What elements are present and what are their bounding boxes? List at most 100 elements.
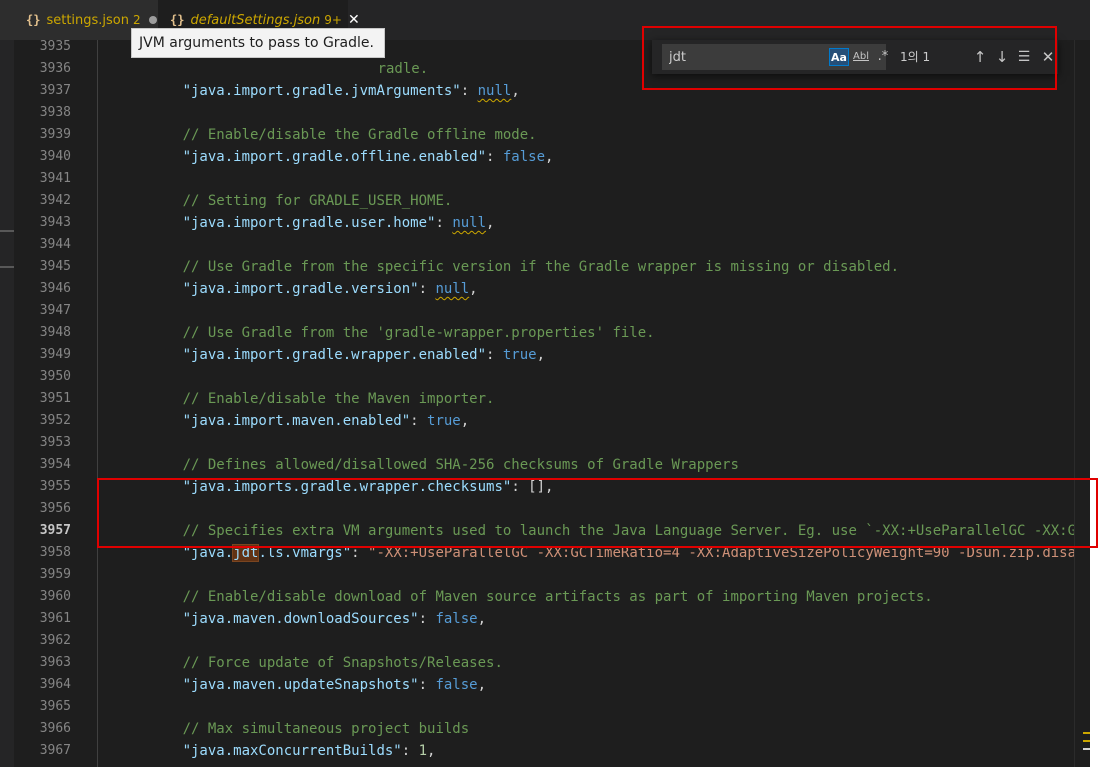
setting-key: "java.import.maven.enabled" [182,413,411,429]
line-number: 3959 [39,567,71,582]
annotation-box-find [642,26,1057,90]
line-number: 3940 [39,149,71,164]
line-number: 3961 [39,611,71,626]
line-number-current: 3957 [39,523,71,538]
setting-key: "java.import.gradle.offline.enabled" [182,149,487,165]
scroll-marker [0,266,14,268]
code-line[interactable]: // Use Gradle from the specific version … [132,234,899,275]
code-line[interactable]: "java.imports.gradle.wrapper.checksums":… [132,454,554,495]
line-number: 3944 [39,237,71,252]
close-tab-icon[interactable]: ✕ [348,12,360,28]
setting-value: false [435,611,478,627]
colon: : [418,281,436,297]
comma: , [511,83,520,99]
code-line[interactable]: "java.maven.updateSnapshots": false, [132,652,486,693]
setting-key: "java.import.gradle.version" [182,281,419,297]
scroll-marker [0,230,14,232]
comma: , [477,677,487,693]
comma: , [469,281,478,297]
code-line[interactable]: // Use Gradle from the 'gradle-wrapper.p… [132,300,655,341]
problem-count-badge: 9+ [324,13,342,27]
code-line[interactable]: "java.import.gradle.version": null, [132,256,478,297]
editor-window: {} settings.json 2 {} defaultSettings.js… [0,0,1098,767]
colon: : [486,149,503,165]
setting-value: false [435,677,478,693]
line-number: 3963 [39,655,71,670]
annotation-box-setting [97,478,1098,548]
code-line[interactable]: // Force update of Snapshots/Releases. [132,630,503,671]
window-edge [1090,0,1098,767]
line-number: 3946 [39,281,71,296]
line-number: 3941 [39,171,71,186]
code-line[interactable]: "java.maxConcurrentBuilds": 1, [132,718,436,759]
line-number: 3945 [39,259,71,274]
line-number: 3943 [39,215,71,230]
code-line[interactable]: "java.import.gradle.wrapper.enabled": tr… [132,322,545,363]
setting-value: 1 [418,743,428,759]
setting-value: null [435,281,470,297]
line-number: 3955 [39,479,71,494]
code-line[interactable]: "java.maven.downloadSources": false, [132,586,486,627]
line-number: 3948 [39,325,71,340]
json-file-icon: {} [170,13,185,27]
line-number: 3937 [39,83,71,98]
code-line[interactable]: "java.import.maven.enabled": true, [132,388,470,429]
setting-key: "java.import.gradle.jvmArguments" [182,83,461,99]
colon: : [410,413,428,429]
line-number: 3967 [39,743,71,758]
indent-guide [97,40,98,767]
code-line[interactable]: // Enable/disable the Gradle offline mod… [132,102,537,143]
problem-count-badge: 2 [133,13,141,27]
colon: : [418,677,436,693]
line-number: 3936 [39,61,71,76]
line-number: 3960 [39,589,71,604]
comma: , [486,215,495,231]
setting-key: "java.maven.downloadSources" [182,611,419,627]
comma: , [427,743,436,759]
tab-label: defaultSettings.json [190,12,321,28]
line-number: 3949 [39,347,71,362]
line-number: 3958 [39,545,71,560]
colon: : [401,743,419,759]
colon: : [435,215,453,231]
hover-tooltip: JVM arguments to pass to Gradle. [131,28,385,58]
setting-key: "java.maxConcurrentBuilds" [182,743,402,759]
setting-key: "java.import.gradle.wrapper.enabled" [182,347,487,363]
code-line[interactable]: // Defines allowed/disallowed SHA-256 ch… [132,432,739,473]
line-number-gutter: 3935 3936 3937 3938 3939 3940 3941 3942 … [14,39,84,767]
comma: , [536,347,546,363]
comma: , [477,611,487,627]
code-line[interactable]: // Enable/disable the Maven importer. [132,366,495,407]
comma: , [545,149,554,165]
line-number: 3950 [39,369,71,384]
setting-key: "java.import.gradle.user.home" [182,215,436,231]
setting-value: true [502,347,537,363]
unsaved-dot-icon[interactable] [148,16,157,24]
line-number: 3964 [39,677,71,692]
line-number: 3954 [39,457,71,472]
setting-value: false [502,149,546,165]
code-line[interactable]: "java.import.gradle.offline.enabled": fa… [132,124,554,165]
line-number: 3935 [39,39,71,54]
code-line[interactable]: // Enable/disable download of Maven sour… [132,564,933,605]
line-number: 3952 [39,413,71,428]
comma: , [460,413,470,429]
setting-key: "java.maven.updateSnapshots" [182,677,419,693]
tab-label: settings.json [46,12,130,28]
line-number: 3942 [39,193,71,208]
line-number: 3939 [39,127,71,142]
code-line[interactable]: // Max simultaneous project builds [132,696,470,737]
code-line[interactable]: "java.import.gradle.jvmArguments": null, [132,58,520,99]
left-edge-strip [0,40,14,767]
code-editor[interactable]: radle. "java.import.gradle.jvmArguments"… [97,40,1089,767]
setting-value: true [427,413,461,429]
code-line[interactable]: "java.import.gradle.user.home": null, [132,190,495,231]
json-file-icon: {} [26,13,41,27]
colon: : [418,611,436,627]
line-number: 3966 [39,721,71,736]
colon: : [486,347,503,363]
overview-ruler[interactable] [1074,40,1091,767]
line-number: 3951 [39,391,71,406]
code-line[interactable]: // Setting for GRADLE_USER_HOME. [132,168,453,209]
line-number: 3947 [39,303,71,318]
